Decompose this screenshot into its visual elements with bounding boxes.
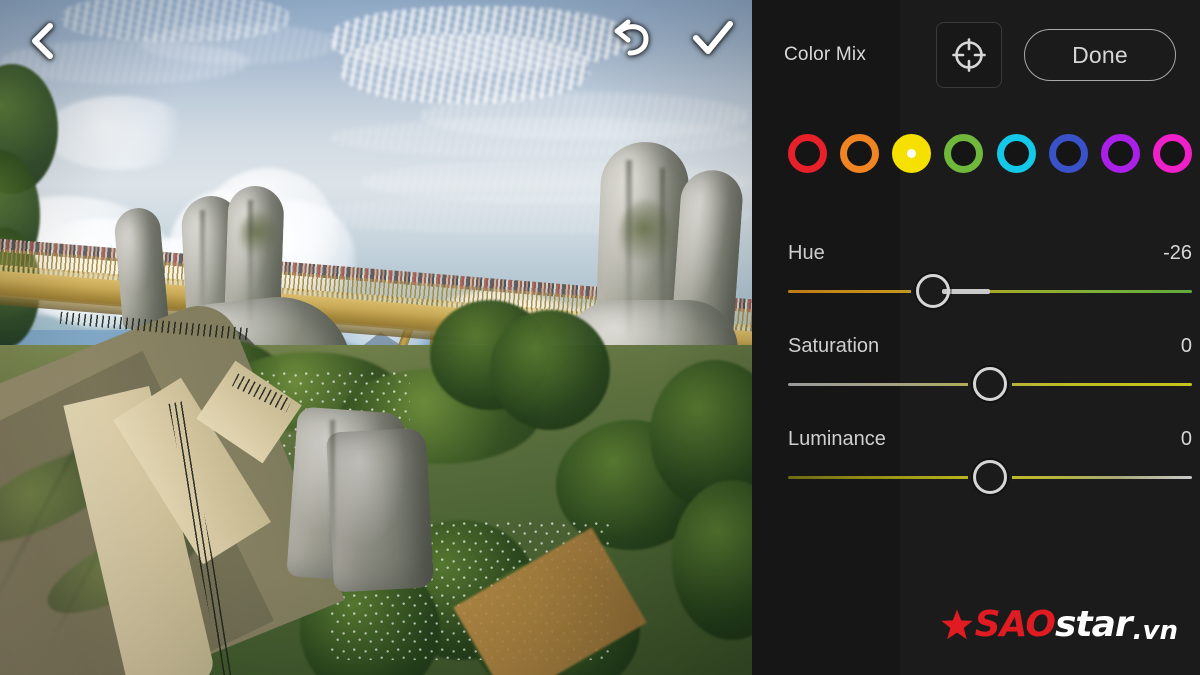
slider-saturation-label: Saturation [788,335,880,357]
undo-arrow-icon [614,19,649,56]
color-swatch-red[interactable] [788,133,827,173]
color-swatch-yellow[interactable] [892,133,932,173]
app-root: Color Mix Done Hue -26 Saturation 0 Lumi… [0,0,1200,675]
slider-luminance[interactable]: Luminance 0 [788,428,1192,500]
color-swatch-magenta[interactable] [1152,133,1192,173]
chevron-left-icon [32,23,53,59]
watermark-star: star [1054,604,1133,645]
color-swatch-purple[interactable] [1100,133,1140,173]
color-swatch-orange[interactable] [840,133,880,173]
color-swatch-green[interactable] [944,133,984,173]
slider-saturation-value: 0 [1180,335,1192,357]
color-swatch-row[interactable] [788,131,1192,175]
slider-luminance-value: 0 [1180,428,1192,450]
done-button[interactable]: Done [1024,29,1176,81]
photo-canvas[interactable] [0,0,752,675]
back-button[interactable] [22,18,62,64]
color-swatch-blue[interactable] [1048,133,1088,173]
slider-hue-value: -26 [1163,242,1192,264]
checkmark-icon [693,21,733,54]
undo-button[interactable] [608,18,654,60]
slider-saturation[interactable]: Saturation 0 [788,335,1192,407]
watermark-domain: .vn [1132,616,1178,646]
slider-hue-track[interactable] [788,290,1192,293]
star-icon [941,609,973,640]
confirm-button[interactable] [690,18,736,60]
slider-hue-thumb[interactable] [916,274,951,308]
done-button-label: Done [1072,41,1128,68]
slider-saturation-thumb[interactable] [973,367,1007,401]
watermark: SAO star .vn [940,603,1178,647]
slider-hue[interactable]: Hue -26 [788,242,1192,314]
slider-hue-label: Hue [788,242,825,264]
slider-luminance-thumb[interactable] [973,460,1007,494]
watermark-sao: SAO [974,604,1056,645]
color-mix-panel: Color Mix Done Hue -26 Saturation 0 Lumi… [752,0,1200,675]
slider-luminance-label: Luminance [788,428,886,450]
photo-image [0,0,752,675]
target-adjust-button[interactable] [936,22,1002,88]
panel-title: Color Mix [784,44,867,65]
color-swatch-aqua[interactable] [996,133,1036,173]
target-crosshair-icon [952,38,986,72]
